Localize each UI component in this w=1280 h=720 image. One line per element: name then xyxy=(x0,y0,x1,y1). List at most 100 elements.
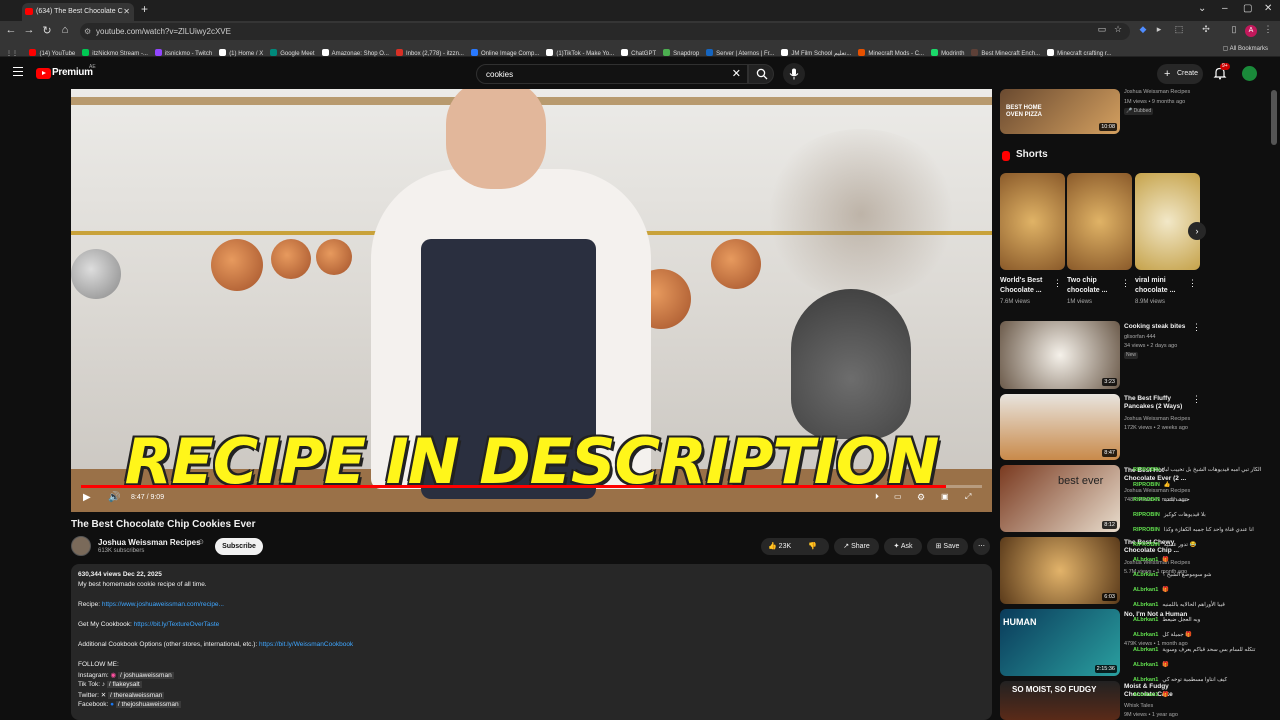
subscribe-button[interactable]: Subscribe xyxy=(215,538,263,555)
short-thumbnail[interactable] xyxy=(1000,173,1065,270)
recommended-thumbnail[interactable]: SO MOIST, SO FUDGY xyxy=(1000,681,1120,720)
new-tab-button[interactable]: + xyxy=(141,2,148,16)
search-input[interactable] xyxy=(486,68,716,81)
recipe-link[interactable]: https://www.joshuaweissman.com/recipe... xyxy=(102,601,224,608)
share-button[interactable]: ↗ Share xyxy=(834,538,879,555)
recommended-thumbnail[interactable]: 3:23 xyxy=(1000,321,1120,389)
bookmark-star-icon[interactable]: ☆ xyxy=(1112,24,1124,38)
short-thumbnail[interactable] xyxy=(1067,173,1132,270)
clear-search-icon[interactable]: ✕ xyxy=(732,67,741,80)
chat-text: 🎁 xyxy=(1162,692,1170,698)
recipe-label: Recipe: xyxy=(78,601,102,608)
install-app-icon[interactable]: ▭ xyxy=(1096,24,1108,38)
recommended-channel[interactable]: glisorfan 444 xyxy=(1124,334,1156,341)
url-field[interactable]: ⚙ youtube.com/watch?v=ZlLUiwy2cXVE xyxy=(80,23,1130,40)
sidebar-icon[interactable]: ▯ xyxy=(1228,24,1240,38)
recommended-channel[interactable]: Joshua Weissman Recipes xyxy=(1124,416,1190,423)
browser-tab[interactable]: (634) The Best Chocolate C ✕ xyxy=(22,3,134,21)
save-button[interactable]: ⊞ Save xyxy=(927,538,968,555)
recommended-thumbnail[interactable]: HUMAN 2:15:36 xyxy=(1000,609,1120,676)
reload-icon[interactable]: ↻ xyxy=(40,24,54,37)
miniplayer-icon[interactable]: ▣ xyxy=(941,492,949,501)
recommended-thumbnail[interactable]: BEST HOME OVEN PIZZA 10:08 xyxy=(1000,89,1120,134)
extensions-puzzle-icon[interactable]: ✣ xyxy=(1200,24,1212,38)
twitter-link[interactable]: / therealweissman xyxy=(108,692,165,699)
close-window-icon[interactable]: ✕ xyxy=(1264,3,1272,14)
profile-avatar[interactable]: A xyxy=(1245,25,1257,37)
bookmark-favicon-icon xyxy=(621,49,629,56)
bookmark-favicon-icon xyxy=(395,49,403,56)
short-title[interactable]: Two chip chocolate ... xyxy=(1067,276,1125,296)
voice-search-button[interactable] xyxy=(783,63,805,85)
fullscreen-icon[interactable]: ⤢ xyxy=(965,492,971,502)
recommended-thumbnail[interactable]: 6:03 xyxy=(1000,537,1120,604)
extension-icon[interactable]: ◆ xyxy=(1137,24,1149,38)
like-button[interactable]: 👍 23K xyxy=(768,543,791,550)
page-scrollbar[interactable] xyxy=(1271,90,1277,145)
short-title[interactable]: viral mini chocolate ... xyxy=(1135,276,1193,296)
shorts-next-icon[interactable]: › xyxy=(1188,222,1206,240)
search-button[interactable] xyxy=(748,64,774,84)
settings-gear-icon[interactable]: ⚙ xyxy=(917,492,925,503)
recommended-thumbnail[interactable]: best ever 8:12 xyxy=(1000,465,1120,532)
video-player[interactable]: RECIPE IN DESCRIPTION ▶ 🔊 8:47 / 9:09 ⏵ … xyxy=(71,89,992,512)
video-branches xyxy=(761,129,961,299)
follow-heading: FOLLOW ME: xyxy=(78,661,119,668)
all-bookmarks-button[interactable]: ▢ All Bookmarks xyxy=(1223,42,1268,57)
cookbook-link[interactable]: https://bit.ly/TextureOverTaste xyxy=(134,621,220,628)
menu-icon[interactable] xyxy=(13,67,23,76)
chat-message: RIPROBIN الكار تبي امبه قيديوهات الشيخ بل… xyxy=(1133,467,1261,474)
progress-bar[interactable] xyxy=(81,485,982,488)
short-menu-icon[interactable]: ⋮ xyxy=(1121,278,1130,289)
minimize-icon[interactable]: – xyxy=(1222,3,1228,14)
recommended-channel[interactable]: Whisk Tales xyxy=(1124,703,1153,710)
autoplay-toggle-icon[interactable]: ⏵ xyxy=(875,492,879,502)
forward-icon[interactable]: → xyxy=(22,24,36,36)
short-menu-icon[interactable]: ⋮ xyxy=(1188,278,1197,289)
tab-search-icon[interactable]: ⌄ xyxy=(1198,3,1206,14)
share-label: Share xyxy=(851,543,870,550)
account-avatar[interactable] xyxy=(1242,66,1257,81)
video-menu-icon[interactable]: ⋮ xyxy=(1192,394,1201,405)
facebook-link[interactable]: / thejoshuaweissman xyxy=(115,701,181,708)
progress-fill xyxy=(81,485,946,488)
chrome-menu-icon[interactable]: ⋮ xyxy=(1262,24,1274,38)
short-menu-icon[interactable]: ⋮ xyxy=(1053,278,1062,289)
back-icon[interactable]: ← xyxy=(4,24,18,36)
media-control-icon[interactable]: ▸ xyxy=(1153,24,1165,38)
bookmark-favicon-icon xyxy=(154,49,162,56)
short-title[interactable]: World's Best Chocolate ... xyxy=(1000,276,1058,296)
chat-text: 🎁 xyxy=(1162,587,1170,593)
recommended-thumbnail[interactable]: 8:47 xyxy=(1000,394,1120,460)
short-thumbnail[interactable] xyxy=(1135,173,1200,270)
tiktok-link[interactable]: / flakeysalt xyxy=(106,681,142,688)
ask-button[interactable]: ✦ Ask xyxy=(884,538,922,555)
subtitles-icon[interactable]: ▭ xyxy=(894,492,902,501)
additional-link[interactable]: https://bit.ly/WeissmanCookbook xyxy=(259,641,353,648)
shorts-header: Shorts xyxy=(1016,149,1048,160)
site-info-icon[interactable]: ⚙ xyxy=(84,23,91,40)
volume-icon[interactable]: 🔊 xyxy=(108,492,120,503)
tab-close-icon[interactable]: ✕ xyxy=(123,3,130,21)
description-box[interactable]: 630,344 views Dec 22, 2025 My best homem… xyxy=(71,564,992,720)
video-menu-icon[interactable]: ⋮ xyxy=(1192,322,1201,333)
recommended-channel[interactable]: Joshua Weissman Recipes xyxy=(1124,488,1190,495)
recommended-title[interactable]: Cooking steak bites xyxy=(1124,323,1185,331)
recommended-channel[interactable]: Joshua Weissman Recipes xyxy=(1124,89,1190,96)
instagram-link[interactable]: / joshuaweissman xyxy=(118,672,174,679)
more-actions-icon[interactable]: ⋯ xyxy=(973,538,990,555)
home-icon[interactable]: ⌂ xyxy=(58,24,72,36)
channel-name[interactable]: Joshua Weissman Recipes xyxy=(98,538,201,547)
time-display: 8:47 / 9:09 xyxy=(131,494,165,501)
video-duration: 8:47 xyxy=(1102,449,1117,457)
description-text: My best homemade cookie recipe of all ti… xyxy=(78,581,207,588)
search-icon xyxy=(756,68,768,80)
recommended-title[interactable]: The Best Fluffy Pancakes (2 Ways) xyxy=(1124,395,1194,411)
channel-avatar[interactable] xyxy=(71,536,91,556)
maximize-icon[interactable]: ▢ xyxy=(1243,3,1252,14)
play-icon[interactable]: ▶ xyxy=(83,492,91,503)
dislike-button[interactable]: 👎 xyxy=(808,538,817,555)
downloads-icon[interactable]: ⬚ xyxy=(1173,24,1185,38)
chat-message: ALbrkan1 تتكله للسام بس سحد قباكم يعرف وس… xyxy=(1133,647,1255,654)
create-button[interactable]: + Create xyxy=(1157,64,1203,84)
